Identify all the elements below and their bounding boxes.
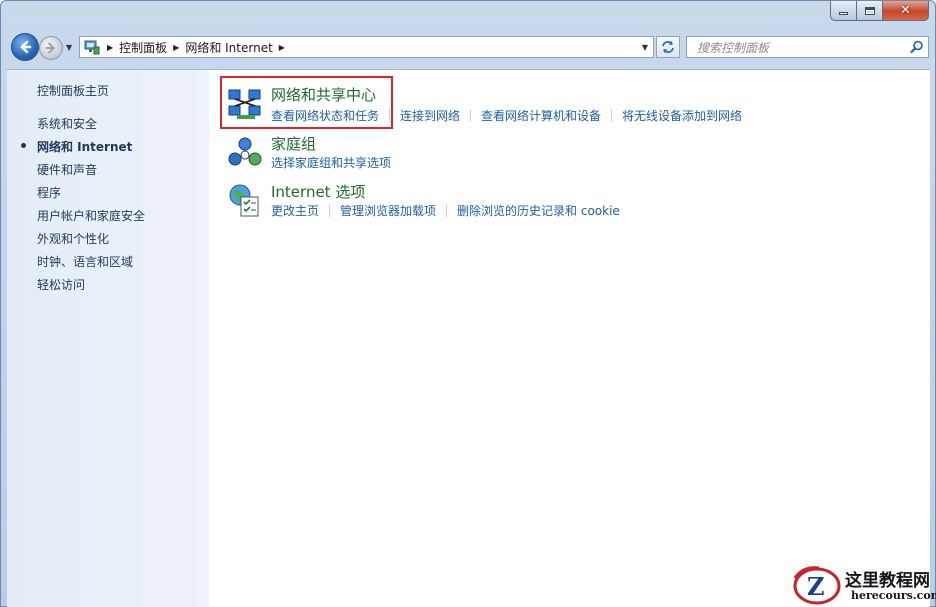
homegroup-icon — [228, 137, 262, 166]
minimize-button[interactable] — [830, 1, 857, 21]
breadcrumb-chevron-icon[interactable]: ▶ — [279, 43, 285, 52]
maximize-icon — [864, 6, 875, 15]
recent-pages-dropdown-icon[interactable]: ▼ — [66, 43, 72, 52]
search-icon[interactable] — [910, 40, 924, 54]
internet-options-title[interactable]: Internet 选项 — [271, 181, 365, 202]
add-wireless-device-link[interactable]: 将无线设备添加到网络 — [622, 107, 742, 124]
manage-add-ons-link[interactable]: 管理浏览器加载项 — [340, 202, 436, 219]
svg-text:Z: Z — [807, 572, 825, 601]
refresh-button[interactable] — [656, 36, 680, 58]
search-box[interactable]: 搜索控制面板 — [686, 36, 929, 58]
breadcrumb-network-internet[interactable]: 网络和 Internet — [185, 39, 272, 56]
maximize-button[interactable] — [857, 1, 883, 21]
change-home-page-link[interactable]: 更改主页 — [271, 202, 319, 219]
sidebar-item-appearance[interactable]: 外观和个性化 — [37, 230, 109, 247]
network-sharing-center-title[interactable]: 网络和共享中心 — [271, 84, 376, 105]
control-panel-window: ✕ ▼ ▶ 控制面板 ▶ 网络和 Internet ▶ ▼ 搜索控制面板 控制面… — [0, 0, 936, 607]
watermark-z-logo-icon: Z — [793, 566, 841, 605]
back-button[interactable] — [11, 33, 39, 61]
forward-arrow-icon — [45, 42, 55, 54]
control-panel-home-link[interactable]: 控制面板主页 — [37, 82, 109, 99]
minimize-icon — [839, 12, 848, 15]
watermark-chinese-text: 这里教程网 — [845, 571, 930, 591]
link-divider — [389, 109, 391, 122]
sidebar-item-clock-language[interactable]: 时钟、语言和区域 — [37, 253, 133, 270]
view-network-computers-link[interactable]: 查看网络计算机和设备 — [481, 107, 601, 124]
breadcrumb-control-panel[interactable]: 控制面板 — [119, 39, 167, 56]
back-arrow-icon — [20, 40, 32, 54]
close-icon: ✕ — [900, 3, 911, 18]
address-history-dropdown-icon[interactable]: ▼ — [637, 37, 653, 57]
network-sharing-icon — [228, 89, 261, 119]
delete-browsing-history-link[interactable]: 删除浏览的历史记录和 cookie — [457, 202, 620, 219]
internet-options-icon — [229, 184, 259, 217]
homegroup-title[interactable]: 家庭组 — [271, 133, 316, 154]
task-pane: 控制面板主页 系统和安全 网络和 Internet 硬件和声音 程序 用户帐户和… — [7, 69, 209, 607]
connect-to-network-link[interactable]: 连接到网络 — [400, 107, 460, 124]
address-bar[interactable]: ▶ 控制面板 ▶ 网络和 Internet ▶ ▼ — [79, 36, 654, 58]
homegroup-links: 选择家庭组和共享选项 — [271, 154, 391, 171]
sidebar-item-user-accounts[interactable]: 用户帐户和家庭安全 — [37, 207, 145, 224]
site-watermark-logo: Z 这里教程网 herecours.com — [789, 562, 936, 607]
sidebar-item-hardware-sound[interactable]: 硬件和声音 — [37, 161, 97, 178]
sidebar-item-programs[interactable]: 程序 — [37, 184, 61, 201]
forward-button[interactable] — [39, 36, 63, 60]
watermark-url-text: herecours.com — [851, 589, 936, 602]
internet-options-links: 更改主页 管理浏览器加载项 删除浏览的历史记录和 cookie — [271, 202, 620, 219]
sidebar-item-network-internet[interactable]: 网络和 Internet — [37, 138, 132, 155]
sidebar-item-system-security[interactable]: 系统和安全 — [37, 115, 97, 132]
caption-buttons: ✕ — [830, 1, 929, 21]
link-divider — [329, 204, 331, 217]
link-divider — [470, 109, 472, 122]
content-pane: 网络和共享中心 查看网络状态和任务 连接到网络 查看网络计算机和设备 将无线设备… — [209, 69, 930, 607]
refresh-icon — [662, 41, 674, 53]
link-divider — [446, 204, 448, 217]
choose-homegroup-options-link[interactable]: 选择家庭组和共享选项 — [271, 154, 391, 171]
network-sharing-links: 查看网络状态和任务 连接到网络 查看网络计算机和设备 将无线设备添加到网络 — [271, 107, 742, 124]
control-panel-icon — [84, 40, 100, 55]
breadcrumb-chevron-icon[interactable]: ▶ — [107, 43, 113, 52]
navigation-bar: ▼ ▶ 控制面板 ▶ 网络和 Internet ▶ ▼ 搜索控制面板 — [9, 31, 929, 63]
view-network-status-link[interactable]: 查看网络状态和任务 — [271, 107, 379, 124]
active-item-bullet-icon — [21, 143, 26, 148]
breadcrumb-chevron-icon[interactable]: ▶ — [173, 43, 179, 52]
sidebar-item-ease-of-access[interactable]: 轻松访问 — [37, 276, 85, 293]
link-divider — [611, 109, 613, 122]
search-placeholder: 搜索控制面板 — [697, 40, 770, 55]
close-button[interactable]: ✕ — [883, 1, 929, 21]
